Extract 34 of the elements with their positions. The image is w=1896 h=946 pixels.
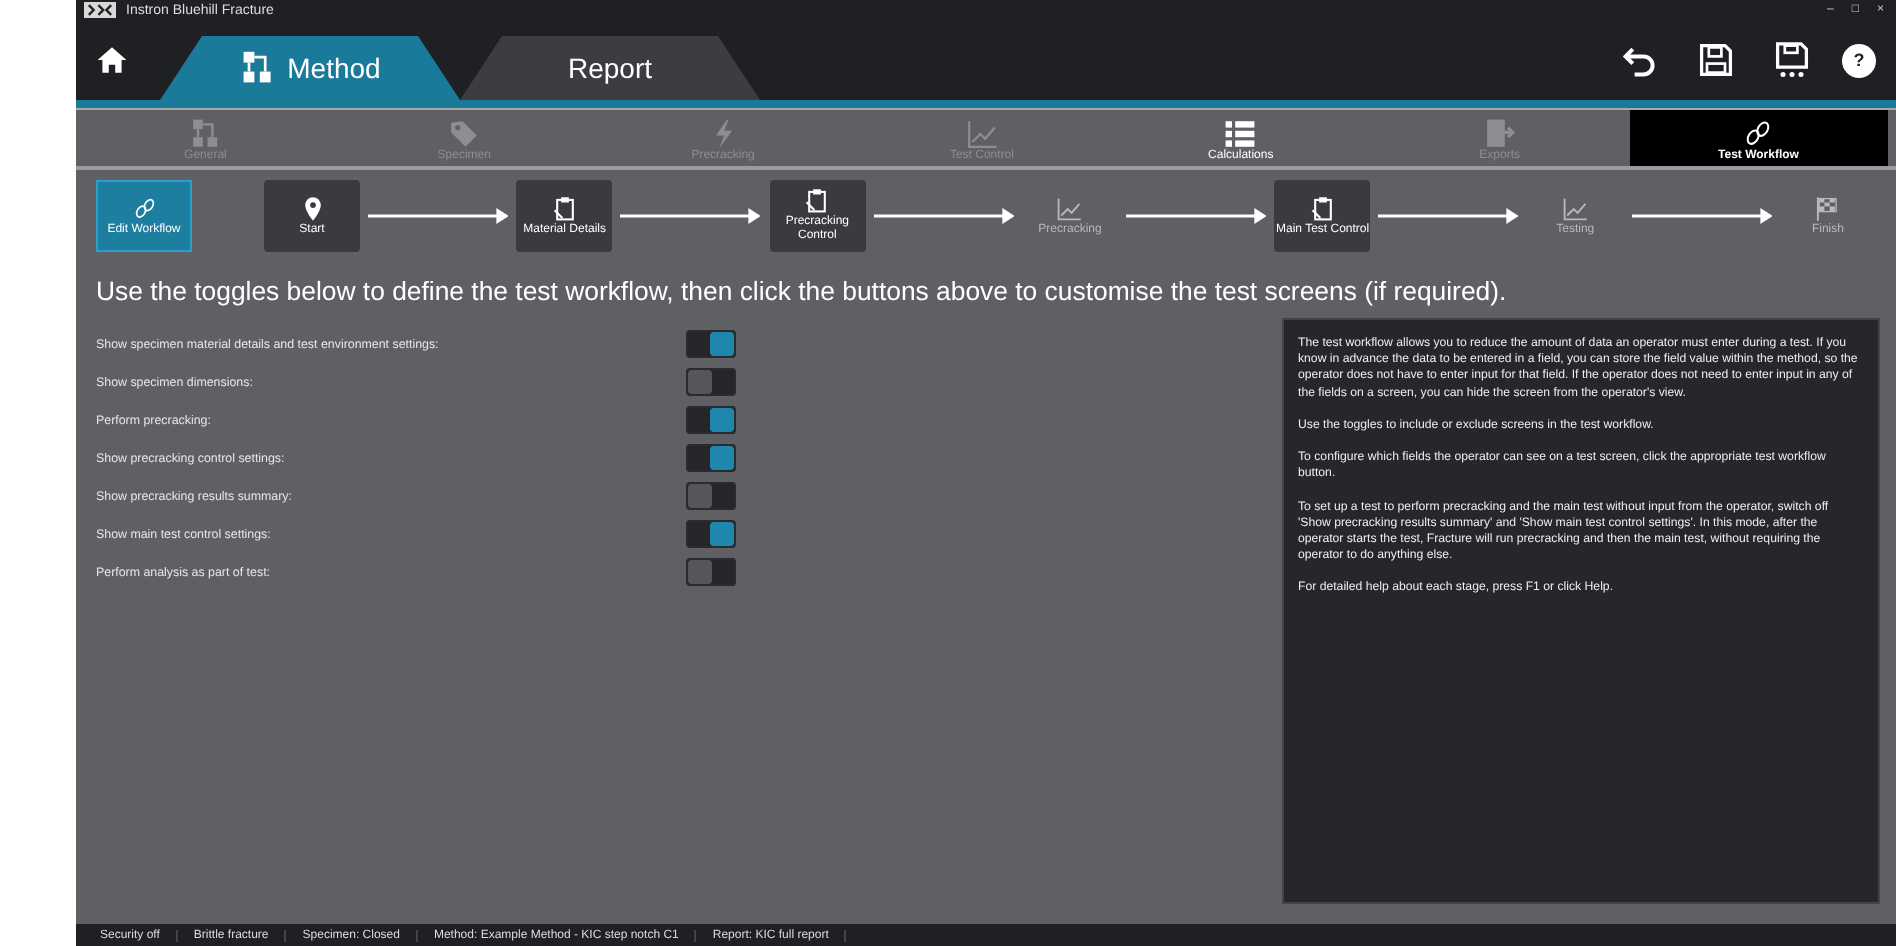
arrow bbox=[368, 208, 509, 224]
save-as-icon[interactable] bbox=[1774, 42, 1810, 78]
undo-icon[interactable] bbox=[1622, 42, 1658, 78]
save-icon[interactable] bbox=[1698, 42, 1734, 78]
main-tab[interactable]: Report bbox=[460, 36, 760, 100]
tag-icon bbox=[448, 118, 481, 150]
arrow bbox=[1378, 208, 1520, 224]
list-icon bbox=[1224, 118, 1257, 150]
arrow bbox=[1125, 208, 1267, 224]
toggle-switch[interactable] bbox=[686, 444, 736, 472]
export-icon bbox=[1483, 118, 1516, 150]
chart-icon bbox=[965, 118, 998, 150]
chart-icon bbox=[1562, 195, 1589, 222]
clipboard-icon bbox=[804, 188, 831, 215]
clipboard-icon bbox=[551, 195, 578, 222]
checkered-flag-icon bbox=[1814, 195, 1841, 222]
arrow bbox=[873, 208, 1014, 224]
help-button[interactable]: ? bbox=[1842, 43, 1876, 77]
toggle-switch[interactable] bbox=[686, 558, 736, 586]
hierarchy-icon bbox=[239, 50, 276, 86]
clipboard-icon bbox=[1309, 195, 1336, 222]
toggle-switch[interactable] bbox=[686, 406, 736, 434]
home-icon[interactable] bbox=[96, 44, 128, 76]
chart-icon bbox=[1056, 195, 1083, 222]
location-pin-icon bbox=[299, 195, 325, 222]
arrow bbox=[1631, 208, 1772, 224]
toggle-switch[interactable] bbox=[686, 482, 736, 510]
hierarchy-icon bbox=[189, 118, 222, 150]
instruction-text: Use the toggles below to define the test workflow, then click the buttons above to customise the test screens (if required). bbox=[96, 276, 1509, 306]
toggle-switch[interactable] bbox=[686, 330, 736, 358]
toggle-switch[interactable] bbox=[686, 520, 736, 548]
arrow bbox=[620, 208, 762, 224]
main-tab[interactable]: Method bbox=[160, 36, 460, 100]
toggle-switch[interactable] bbox=[686, 368, 736, 396]
